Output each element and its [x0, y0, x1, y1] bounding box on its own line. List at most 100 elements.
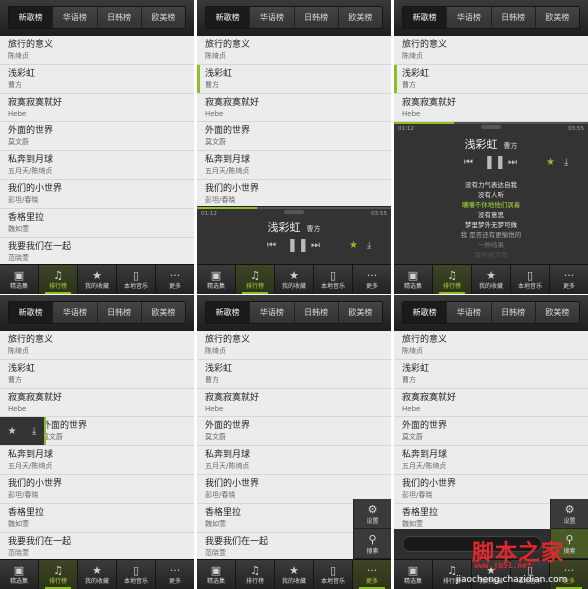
next-icon[interactable]: ⏭: [508, 156, 517, 170]
nav-featured[interactable]: ▣ 精选集: [394, 560, 432, 589]
nav-more[interactable]: ··· 更多: [549, 265, 588, 294]
drag-handle[interactable]: [284, 210, 304, 214]
tab-chinese[interactable]: 华语榜: [446, 302, 491, 323]
drag-handle[interactable]: [481, 125, 501, 129]
tab-jp-kr[interactable]: 日韩榜: [490, 7, 535, 28]
nav-local-music[interactable]: ▯ 本地音乐: [313, 265, 352, 294]
nav-featured[interactable]: ▣ 精选集: [0, 265, 38, 294]
song-item[interactable]: 外面的世界 莫文蔚: [197, 122, 391, 152]
song-item[interactable]: 我们的小世界 彭坦/春晓: [0, 179, 194, 209]
song-item[interactable]: 我们的小世界 彭坦/春晓: [0, 474, 194, 504]
song-item[interactable]: 私奔到月球 五月天/陈绮贞: [197, 151, 391, 180]
tab-chinese[interactable]: 华语榜: [52, 7, 97, 28]
favorite-star-icon[interactable]: ★: [349, 239, 358, 253]
song-item[interactable]: 我要我们在一起 范晓萱: [0, 532, 194, 562]
song-item[interactable]: 外面的世界 莫文蔚: [394, 417, 588, 447]
favorite-star-icon[interactable]: ★: [546, 156, 555, 170]
nav-favorites[interactable]: ★ 我的收藏: [471, 265, 510, 294]
song-item[interactable]: 浅彩虹 曹方: [0, 359, 194, 389]
favorite-star-icon[interactable]: ★: [8, 426, 17, 437]
song-item[interactable]: 旅行的意义 陈绮贞: [394, 331, 588, 360]
tab-western[interactable]: 欧美榜: [534, 7, 579, 28]
download-icon[interactable]: ⤓: [32, 426, 36, 437]
tab-western[interactable]: 欧美榜: [337, 302, 382, 323]
song-item[interactable]: 旅行的意义 陈绮贞: [197, 36, 391, 65]
tab-new-songs[interactable]: 新歌榜: [9, 302, 53, 323]
tab-jp-kr[interactable]: 日韩榜: [490, 302, 535, 323]
download-icon[interactable]: ⤓: [564, 156, 568, 170]
lyrics-panel[interactable]: 没有力气表达自我 没有人听 嘈嘈不休地他们讽着 没有意思 梦里梦外无梦可做 我 …: [394, 180, 588, 260]
tab-chinese[interactable]: 华语榜: [446, 7, 491, 28]
progress-bar[interactable]: [394, 122, 588, 124]
tab-chinese[interactable]: 华语榜: [249, 302, 294, 323]
tab-western[interactable]: 欧美榜: [337, 7, 382, 28]
tab-western[interactable]: 欧美榜: [534, 302, 579, 323]
nav-more[interactable]: ··· 更多: [155, 265, 194, 294]
menu-settings[interactable]: ⚙ 设置: [354, 499, 391, 529]
song-item[interactable]: 旅行的意义 陈绮贞: [394, 36, 588, 65]
tab-western[interactable]: 欧美榜: [140, 302, 185, 323]
nav-featured[interactable]: ▣ 精选集: [197, 265, 235, 294]
nav-more[interactable]: ··· 更多: [155, 560, 194, 589]
song-item[interactable]: 寂寞寂寞就好 Hebe: [197, 93, 391, 123]
song-item[interactable]: 浅彩虹 曹方: [197, 359, 391, 389]
menu-search[interactable]: ⚲ 搜索: [551, 529, 588, 559]
next-icon[interactable]: ⏭: [311, 239, 320, 253]
tab-new-songs[interactable]: 新歌榜: [403, 302, 447, 323]
nav-local-music[interactable]: ▯ 本地音乐: [116, 265, 155, 294]
nav-featured[interactable]: ▣ 精选集: [394, 265, 432, 294]
song-item[interactable]: 我要我们在一起 范晓萱: [0, 237, 194, 267]
song-item[interactable]: 旅行的意义 陈绮贞: [0, 36, 194, 65]
tab-new-songs[interactable]: 新歌榜: [206, 7, 250, 28]
previous-icon[interactable]: ⏮: [464, 156, 473, 170]
nav-favorites[interactable]: ★ 我的收藏: [274, 265, 313, 294]
nav-featured[interactable]: ▣ 精选集: [0, 560, 38, 589]
song-item[interactable]: 寂寞寂寞就好 Hebe: [197, 388, 391, 418]
song-item[interactable]: 私奔到月球 五月天/陈绮贞: [197, 446, 391, 475]
nav-more[interactable]: ··· 更多: [549, 560, 588, 589]
nav-favorites[interactable]: ★ 我的收藏: [77, 265, 116, 294]
previous-icon[interactable]: ⏮: [267, 239, 276, 253]
nav-charts[interactable]: ♫ 排行榜: [235, 265, 274, 294]
song-item[interactable]: 外面的世界 莫文蔚: [197, 417, 391, 447]
nav-local-music[interactable]: ▯ 本地音乐: [510, 560, 549, 589]
search-input[interactable]: [402, 536, 542, 552]
nav-local-music[interactable]: ▯ 本地音乐: [116, 560, 155, 589]
tab-new-songs[interactable]: 新歌榜: [9, 7, 53, 28]
tab-jp-kr[interactable]: 日韩榜: [293, 7, 338, 28]
tab-new-songs[interactable]: 新歌榜: [206, 302, 250, 323]
nav-favorites[interactable]: ★ 我的收藏: [77, 560, 116, 589]
pause-icon[interactable]: ❚❚: [484, 156, 506, 170]
nav-charts[interactable]: ♫ 排行榜: [235, 560, 274, 589]
nav-charts[interactable]: ♫ 排行榜: [38, 265, 77, 294]
song-item[interactable]: 寂寞寂寞就好 Hebe: [0, 388, 194, 418]
song-item-playing[interactable]: 浅彩虹 曹方: [197, 64, 391, 94]
song-item[interactable]: 香格里拉 魏如萱: [0, 208, 194, 238]
song-item[interactable]: 我们的小世界 彭坦/春晓: [197, 179, 391, 209]
song-item[interactable]: 旅行的意义 陈绮贞: [0, 331, 194, 360]
nav-more[interactable]: ··· 更多: [352, 560, 391, 589]
tab-chinese[interactable]: 华语榜: [249, 7, 294, 28]
song-item[interactable]: 香格里拉 魏如萱: [0, 503, 194, 533]
song-item[interactable]: 浅彩虹 曹方: [394, 359, 588, 389]
tab-jp-kr[interactable]: 日韩榜: [293, 302, 338, 323]
tab-chinese[interactable]: 华语榜: [52, 302, 97, 323]
song-item[interactable]: 私奔到月球 五月天/陈绮贞: [394, 446, 588, 475]
nav-featured[interactable]: ▣ 精选集: [197, 560, 235, 589]
nav-favorites[interactable]: ★ 我的收藏: [471, 560, 510, 589]
nav-local-music[interactable]: ▯ 本地音乐: [510, 265, 549, 294]
nav-charts[interactable]: ♫ 排行榜: [432, 560, 471, 589]
song-item[interactable]: 私奔到月球 五月天/陈绮贞: [0, 151, 194, 180]
song-item[interactable]: 私奔到月球 五月天/陈绮贞: [0, 446, 194, 475]
nav-local-music[interactable]: ▯ 本地音乐: [313, 560, 352, 589]
nav-favorites[interactable]: ★ 我的收藏: [274, 560, 313, 589]
nav-charts[interactable]: ♫ 排行榜: [432, 265, 471, 294]
download-icon[interactable]: ⤓: [367, 239, 371, 253]
tab-new-songs[interactable]: 新歌榜: [403, 7, 447, 28]
nav-charts[interactable]: ♫ 排行榜: [38, 560, 77, 589]
song-item[interactable]: 外面的世界 莫文蔚: [0, 122, 194, 152]
song-item[interactable]: 浅彩虹 曹方: [0, 64, 194, 94]
menu-search[interactable]: ⚲ 搜索: [354, 529, 391, 559]
song-item[interactable]: 寂寞寂寞就好 Hebe: [394, 388, 588, 418]
tab-western[interactable]: 欧美榜: [140, 7, 185, 28]
